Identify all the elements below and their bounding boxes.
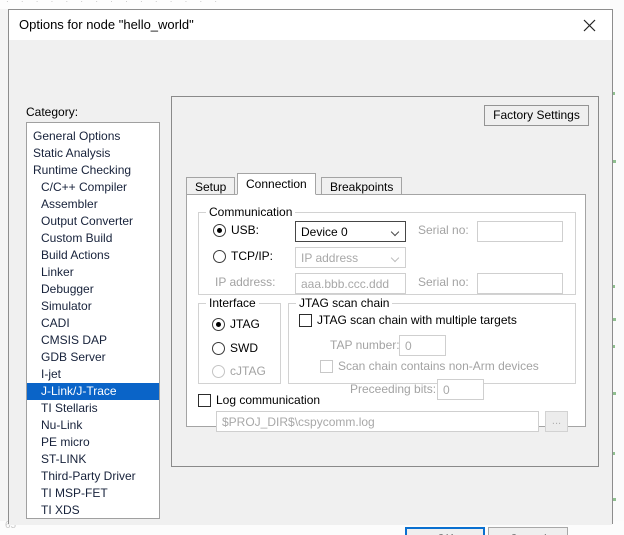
tcpip-serial-label: Serial no: [418,275,469,289]
chevron-down-icon [392,255,399,262]
tcpip-combo-value: IP address [301,251,359,265]
category-item[interactable]: TI MSP-FET [27,485,159,502]
tcpip-serial-input[interactable] [477,273,563,294]
swd-radio[interactable] [212,342,225,355]
category-label: Category: [26,105,79,119]
jtag-scan-chain-group-title: JTAG scan chain [296,296,393,310]
tab-connection[interactable]: Connection [237,173,316,195]
usb-device-value: Device 0 [301,225,348,239]
category-item[interactable]: TI XDS [27,502,159,518]
category-item[interactable]: Assembler [27,196,159,213]
communication-group-title: Communication [206,205,296,219]
jtag-radio[interactable] [212,318,225,331]
cancel-button[interactable]: Cancel [488,527,568,535]
usb-serial-label: Serial no: [418,223,469,237]
tab-setup[interactable]: Setup [186,177,236,195]
background-top-strip: · · · · · · · · · · · · · · · [0,0,624,9]
category-item[interactable]: I-jet [27,366,159,383]
usb-label: USB: [231,223,260,237]
category-item[interactable]: PE micro [27,434,159,451]
category-item[interactable]: GDB Server [27,349,159,366]
connection-tab-page: Communication USB: Device 0 Serial no: T [186,194,586,432]
background-top-text: · · · · · · · · · · · · · · · [6,0,223,6]
category-item[interactable]: General Options [27,128,159,145]
category-list[interactable]: General Options Static Analysis Runtime Ch… [26,122,160,519]
options-dialog: Options for node "hello_world" Category:… [8,9,613,535]
chevron-down-icon [392,229,399,236]
ip-address-input[interactable]: aaa.bbb.ccc.ddd [295,273,406,294]
ok-button[interactable]: OK [405,527,485,535]
preceeding-bits-value: 0 [443,383,450,397]
log-path-value: $PROJ_DIR$\cspycomm.log [222,415,375,429]
cjtag-label: cJTAG [230,364,266,378]
cjtag-radio [212,365,225,378]
category-item[interactable]: Debugger [27,281,159,298]
usb-radio[interactable] [213,224,226,237]
category-item[interactable]: Third-Party Driver [27,468,159,485]
preceeding-bits-input[interactable]: 0 [437,379,484,400]
interface-group-title: Interface [206,296,259,310]
close-button[interactable] [567,10,612,40]
usb-serial-input[interactable] [477,221,563,242]
category-item[interactable]: Runtime Checking [27,162,159,179]
preceeding-bits-label: Preceeding bits: [350,382,437,396]
category-item[interactable]: Build Actions [27,247,159,264]
category-item[interactable]: Linker [27,264,159,281]
tap-number-label: TAP number: [330,338,400,352]
jtag-multiple-targets-checkbox[interactable] [299,314,312,327]
jtag-label: JTAG [230,317,260,331]
category-item[interactable]: C/C++ Compiler [27,179,159,196]
category-item[interactable]: ST-LINK [27,451,159,468]
dialog-body: Category: General Options Static Analysis… [9,41,612,535]
screen: · · · · · · · · · · · · · · · 65 Options… [0,0,624,535]
category-item[interactable]: J-Link/J-Trace [27,383,159,400]
log-browse-button[interactable]: ... [545,411,568,432]
swd-label: SWD [230,341,258,355]
jtag-multiple-targets-label: JTAG scan chain with multiple targets [317,313,517,327]
usb-device-combo[interactable]: Device 0 [295,221,406,242]
log-communication-label: Log communication [216,393,321,407]
interface-group: Interface JTAG SWD cJTAG [198,296,281,384]
category-item[interactable]: Simulator [27,298,159,315]
ip-address-label: IP address: [215,275,276,289]
ip-address-value: aaa.bbb.ccc.ddd [301,277,390,291]
non-arm-devices-checkbox [320,360,333,373]
dialog-titlebar: Options for node "hello_world" [9,10,612,41]
category-item[interactable]: Nu-Link [27,417,159,434]
tcpip-combo[interactable]: IP address [295,247,406,268]
tap-number-value: 0 [405,339,412,353]
tab-breakpoints[interactable]: Breakpoints [321,177,403,195]
category-item[interactable]: Output Converter [27,213,159,230]
tcpip-label: TCP/IP: [231,249,274,263]
log-communication-checkbox[interactable] [198,394,211,407]
non-arm-devices-label: Scan chain contains non-Arm devices [338,359,539,373]
category-item[interactable]: Custom Build [27,230,159,247]
tap-number-input[interactable]: 0 [399,335,446,356]
communication-group: Communication USB: Device 0 Serial no: T [198,205,576,295]
options-panel: Factory Settings Setup Connection Breakpoi… [171,96,599,467]
factory-settings-button[interactable]: Factory Settings [484,105,589,126]
tab-strip: Setup Connection Breakpoints [186,173,586,195]
dialog-title: Options for node "hello_world" [19,17,194,32]
category-item[interactable]: CMSIS DAP [27,332,159,349]
category-item[interactable]: TI Stellaris [27,400,159,417]
log-path-input[interactable]: $PROJ_DIR$\cspycomm.log [216,411,539,432]
category-item[interactable]: Static Analysis [27,145,159,162]
tcpip-radio[interactable] [213,250,226,263]
category-item[interactable]: CADI [27,315,159,332]
jtag-scan-chain-group: JTAG scan chain JTAG scan chain with mul… [288,296,576,400]
